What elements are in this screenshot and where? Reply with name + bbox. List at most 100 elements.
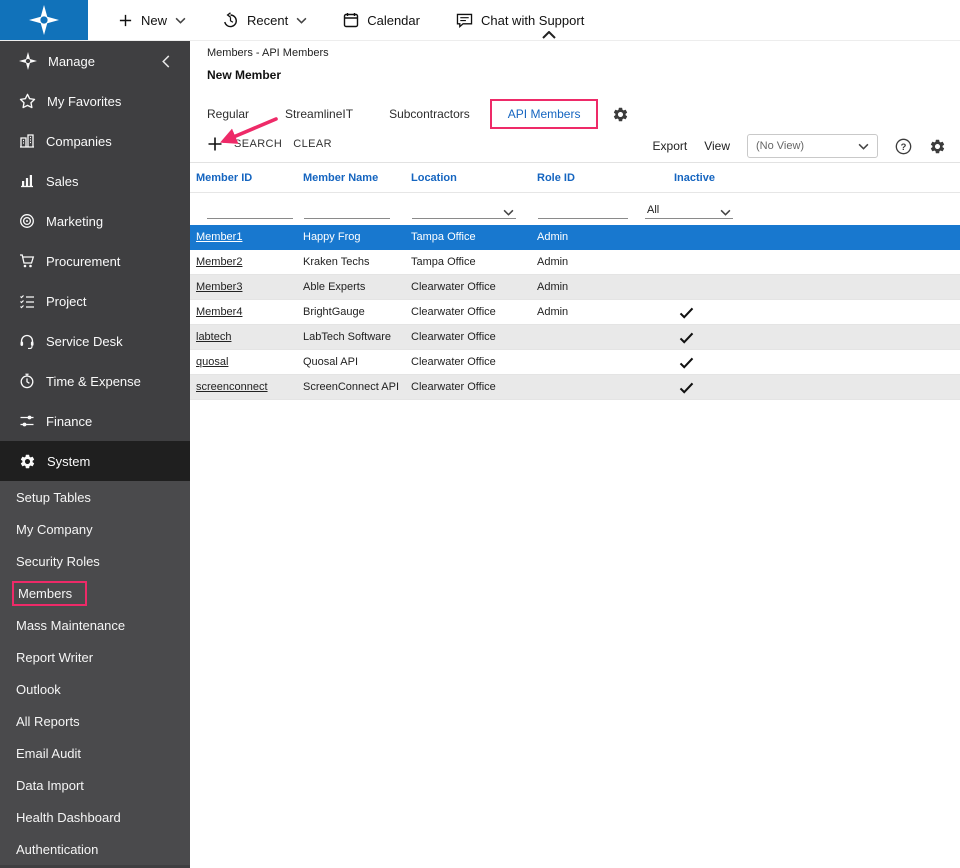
sidebar-subitem-outlook[interactable]: Outlook xyxy=(0,673,190,705)
clear-button[interactable]: CLEAR xyxy=(293,138,332,150)
sidebar-item-system[interactable]: System xyxy=(0,441,190,481)
column-header-member-name[interactable]: Member Name xyxy=(303,172,378,184)
sidebar-item-manage[interactable]: Manage xyxy=(0,41,190,81)
sidebar-subitem-authentication[interactable]: Authentication xyxy=(0,833,190,865)
connectwise-logo[interactable] xyxy=(0,0,88,40)
compass-logo-icon xyxy=(29,5,59,35)
help-icon[interactable]: ? xyxy=(895,138,912,155)
view-select-value: (No View) xyxy=(756,140,805,152)
sidebar-collapse-chevron-icon[interactable] xyxy=(162,54,170,68)
view-select[interactable]: (No View) xyxy=(747,134,878,158)
member-id-link[interactable]: screenconnect xyxy=(196,375,268,399)
sidebar-item-my-favorites[interactable]: My Favorites xyxy=(0,81,190,121)
member-row-member3[interactable]: Member3 Able Experts Clearwater Office Admi… xyxy=(190,275,960,300)
sidebar-subitem-all-reports[interactable]: All Reports xyxy=(0,705,190,737)
member-id-link[interactable]: Member4 xyxy=(196,300,242,324)
page-title: New Member xyxy=(207,68,282,82)
sidebar-item-finance[interactable]: Finance xyxy=(0,401,190,441)
member-id-link[interactable]: quosal xyxy=(196,350,228,374)
tab-settings-gear-icon[interactable] xyxy=(612,106,629,123)
sidebar-item-service-desk[interactable]: Service Desk xyxy=(0,321,190,361)
search-button[interactable]: SEARCH xyxy=(234,138,282,150)
sidebar-subitem-email-audit[interactable]: Email Audit xyxy=(0,737,190,769)
column-header-member-id[interactable]: Member ID xyxy=(196,172,252,184)
sidebar-item-procurement[interactable]: Procurement xyxy=(0,241,190,281)
sidebar-subitem-label: My Company xyxy=(16,521,93,537)
sidebar-subitem-mass-maintenance[interactable]: Mass Maintenance xyxy=(0,609,190,641)
filter-inactive-select[interactable]: All xyxy=(645,200,733,219)
location-cell: Tampa Office xyxy=(411,231,476,243)
column-header-role-id[interactable]: Role ID xyxy=(537,172,575,184)
sidebar-subitem-members[interactable]: Members xyxy=(0,577,190,609)
sidebar-subitem-setup-tables[interactable]: Setup Tables xyxy=(0,481,190,513)
cart-icon xyxy=(19,253,35,269)
column-header-location[interactable]: Location xyxy=(411,172,457,184)
filter-role-id-input[interactable] xyxy=(538,200,628,219)
breadcrumb: Members - API Members xyxy=(207,47,329,59)
filter-location-select[interactable] xyxy=(412,200,516,219)
member-id-link[interactable]: Member2 xyxy=(196,250,242,274)
inactive-check-icon xyxy=(679,375,694,403)
sidebar-item-label: Procurement xyxy=(46,253,121,269)
role-id-cell: Admin xyxy=(537,281,569,293)
sidebar-subitem-label: Outlook xyxy=(16,681,61,697)
view-label: View xyxy=(704,139,730,153)
chevron-down-icon xyxy=(175,17,186,24)
tab-api-members[interactable]: API Members xyxy=(489,99,599,129)
sidebar-item-marketing[interactable]: Marketing xyxy=(0,201,190,241)
history-icon xyxy=(222,11,239,29)
member-row-member4[interactable]: Member4 BrightGauge Clearwater Office Admin xyxy=(190,300,960,325)
sidebar-item-companies[interactable]: Companies xyxy=(0,121,190,161)
sidebar-item-label: System xyxy=(47,453,91,469)
sidebar-item-sales[interactable]: Sales xyxy=(0,161,190,201)
tab-regular[interactable]: Regular xyxy=(207,99,267,129)
collapse-header-chevron-icon[interactable] xyxy=(542,31,556,39)
sidebar-sub-nav: Setup Tables My Company Security Roles Memb… xyxy=(0,481,190,865)
sidebar-subitem-security-roles[interactable]: Security Roles xyxy=(0,545,190,577)
sidebar-item-label: Sales xyxy=(46,173,79,189)
member-name-cell: Happy Frog xyxy=(303,231,361,243)
grid-header: Member ID Member Name Location Role ID Inact… xyxy=(190,163,960,193)
sidebar: Manage My Favorites Companies Sales Marketin… xyxy=(0,41,190,868)
member-row-labtech[interactable]: labtech LabTech Software Clearwater Office xyxy=(190,325,960,350)
topbar-item-calendar[interactable]: Calendar xyxy=(343,12,420,28)
sidebar-subitem-my-company[interactable]: My Company xyxy=(0,513,190,545)
topbar-item-new[interactable]: New xyxy=(118,13,186,28)
sidebar-subitem-health-dashboard[interactable]: Health Dashboard xyxy=(0,801,190,833)
member-row-member2[interactable]: Member2 Kraken Techs Tampa Office Admin xyxy=(190,250,960,275)
inactive-check-icon xyxy=(679,325,694,353)
add-member-button[interactable] xyxy=(207,136,223,152)
sidebar-item-label: My Favorites xyxy=(47,93,122,109)
sidebar-item-time-expense[interactable]: Time & Expense xyxy=(0,361,190,401)
chat-icon xyxy=(456,13,473,28)
role-id-cell: Admin xyxy=(537,306,569,318)
filter-member-id-input[interactable] xyxy=(207,200,293,219)
star-icon xyxy=(19,93,36,110)
member-id-link[interactable]: labtech xyxy=(196,325,231,349)
member-row-screenconnect[interactable]: screenconnect ScreenConnect API Clearwater… xyxy=(190,375,960,400)
sidebar-subitem-label: Members xyxy=(12,580,88,606)
grid-toolbar: SEARCH CLEAR Export View (No View) ? xyxy=(190,129,960,163)
column-header-inactive[interactable]: Inactive xyxy=(674,172,715,184)
chevron-down-icon xyxy=(858,143,869,150)
plus-icon xyxy=(118,13,133,28)
main-content: Members - API Members New Member Regular… xyxy=(190,31,960,868)
member-id-link[interactable]: Member1 xyxy=(196,225,242,249)
member-row-quosal[interactable]: quosal Quosal API Clearwater Office xyxy=(190,350,960,375)
export-button[interactable]: Export xyxy=(653,139,688,153)
tasks-icon xyxy=(19,293,35,309)
tab-streamlineit[interactable]: StreamlineIT xyxy=(267,99,371,129)
tab-subcontractors[interactable]: Subcontractors xyxy=(371,99,488,129)
sidebar-subitem-data-import[interactable]: Data Import xyxy=(0,769,190,801)
filter-member-name-input[interactable] xyxy=(304,200,390,219)
grid-settings-gear-icon[interactable] xyxy=(929,138,946,155)
member-name-cell: ScreenConnect API xyxy=(303,381,400,393)
topbar-menu: New Recent Calendar Chat with Support xyxy=(88,0,584,40)
sidebar-subitem-report-writer[interactable]: Report Writer xyxy=(0,641,190,673)
sidebar-item-label: Service Desk xyxy=(46,333,123,349)
topbar-item-chat-with-support[interactable]: Chat with Support xyxy=(456,13,584,28)
member-id-link[interactable]: Member3 xyxy=(196,275,242,299)
member-row-member1[interactable]: Member1 Happy Frog Tampa Office Admin xyxy=(190,225,960,250)
sidebar-item-project[interactable]: Project xyxy=(0,281,190,321)
topbar-item-recent[interactable]: Recent xyxy=(222,11,307,29)
